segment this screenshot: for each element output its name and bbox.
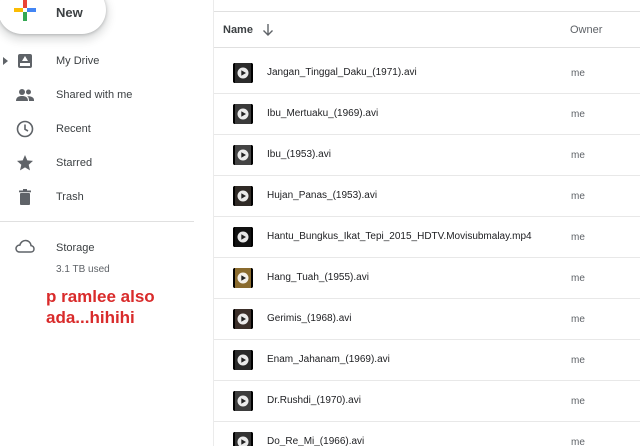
- file-owner: me: [571, 396, 585, 407]
- video-thumbnail-icon: [233, 350, 253, 370]
- video-thumbnail-icon: [233, 268, 253, 288]
- file-row[interactable]: Enam_Jahanam_(1969).avi me: [214, 340, 640, 381]
- star-icon: [17, 155, 33, 171]
- file-owner: me: [571, 273, 585, 284]
- drive-icon: [18, 54, 32, 68]
- arrow-down-icon[interactable]: [262, 23, 274, 37]
- file-owner: me: [571, 355, 585, 366]
- owner-column-header[interactable]: Owner: [570, 24, 602, 36]
- video-thumbnail-icon: [233, 145, 253, 165]
- video-thumbnail-icon: [233, 391, 253, 411]
- sidebar-item-recent[interactable]: Recent: [0, 114, 194, 144]
- new-button[interactable]: New: [0, 0, 106, 34]
- video-thumbnail-icon: [233, 227, 253, 247]
- video-thumbnail-icon: [233, 309, 253, 329]
- clock-icon: [16, 120, 34, 138]
- expand-caret-icon[interactable]: [3, 57, 8, 65]
- file-owner: me: [571, 150, 585, 161]
- file-owner: me: [571, 314, 585, 325]
- file-owner: me: [571, 191, 585, 202]
- file-row[interactable]: Ibu_(1953).avi me: [214, 135, 640, 176]
- file-owner: me: [571, 232, 585, 243]
- file-name: Do_Re_Mi_(1966).avi: [267, 436, 365, 446]
- file-row[interactable]: Hantu_Bungkus_Ikat_Tepi_2015_HDTV.Movisu…: [214, 217, 640, 258]
- sidebar-item-label: Trash: [56, 191, 84, 203]
- file-row[interactable]: Jangan_Tinggal_Daku_(1971).avi me: [214, 53, 640, 94]
- file-name: Dr.Rushdi_(1970).avi: [267, 395, 361, 406]
- file-rows: Jangan_Tinggal_Daku_(1971).avi me Ibu_Mert…: [214, 53, 640, 446]
- file-name: Hang_Tuah_(1955).avi: [267, 272, 369, 283]
- video-thumbnail-icon: [233, 63, 253, 83]
- sidebar-item-starred[interactable]: Starred: [0, 148, 194, 178]
- file-name: Ibu_(1953).avi: [267, 149, 331, 160]
- trash-icon: [19, 189, 31, 205]
- file-owner: me: [571, 437, 585, 446]
- sidebar: New My Drive Shared with me Recent Starr…: [0, 0, 194, 446]
- sidebar-item-shared-with-me[interactable]: Shared with me: [0, 80, 194, 110]
- cloud-icon: [15, 239, 35, 253]
- file-name: Hujan_Panas_(1953).avi: [267, 190, 378, 201]
- file-name: Gerimis_(1968).avi: [267, 313, 352, 324]
- sidebar-divider: [0, 221, 194, 222]
- sidebar-item-label: Starred: [56, 157, 93, 169]
- file-row[interactable]: Hang_Tuah_(1955).avi me: [214, 258, 640, 299]
- sidebar-item-label: Recent: [56, 123, 91, 135]
- video-thumbnail-icon: [233, 186, 253, 206]
- storage-label[interactable]: Storage: [56, 242, 95, 254]
- people-icon: [16, 89, 34, 101]
- sidebar-item-trash[interactable]: Trash: [0, 182, 194, 212]
- file-row[interactable]: Dr.Rushdi_(1970).avi me: [214, 381, 640, 422]
- file-name: Ibu_Mertuaku_(1969).avi: [267, 108, 379, 119]
- name-column-header[interactable]: Name: [223, 24, 253, 36]
- file-name: Enam_Jahanam_(1969).avi: [267, 354, 390, 365]
- file-owner: me: [571, 68, 585, 79]
- sidebar-item-label: My Drive: [56, 55, 100, 67]
- new-button-label: New: [56, 5, 83, 20]
- storage-used-text: 3.1 TB used: [56, 264, 110, 275]
- plus-icon: [14, 0, 36, 21]
- list-header: Name Owner: [214, 12, 640, 48]
- file-row[interactable]: Ibu_Mertuaku_(1969).avi me: [214, 94, 640, 135]
- file-row[interactable]: Gerimis_(1968).avi me: [214, 299, 640, 340]
- sidebar-item-label: Shared with me: [56, 89, 133, 101]
- overlay-caption: p ramlee also ada...hihihi: [46, 287, 155, 327]
- file-owner: me: [571, 109, 585, 120]
- video-thumbnail-icon: [233, 432, 253, 446]
- sidebar-item-my-drive[interactable]: My Drive: [0, 46, 194, 76]
- file-row[interactable]: Do_Re_Mi_(1966).avi me: [214, 422, 640, 446]
- file-name: Hantu_Bungkus_Ikat_Tepi_2015_HDTV.Movisu…: [267, 231, 532, 242]
- file-row[interactable]: Hujan_Panas_(1953).avi me: [214, 176, 640, 217]
- video-thumbnail-icon: [233, 104, 253, 124]
- file-name: Jangan_Tinggal_Daku_(1971).avi: [267, 67, 417, 78]
- file-list-panel: Name Owner Jangan_Tinggal_Daku_(1971).av…: [213, 0, 640, 446]
